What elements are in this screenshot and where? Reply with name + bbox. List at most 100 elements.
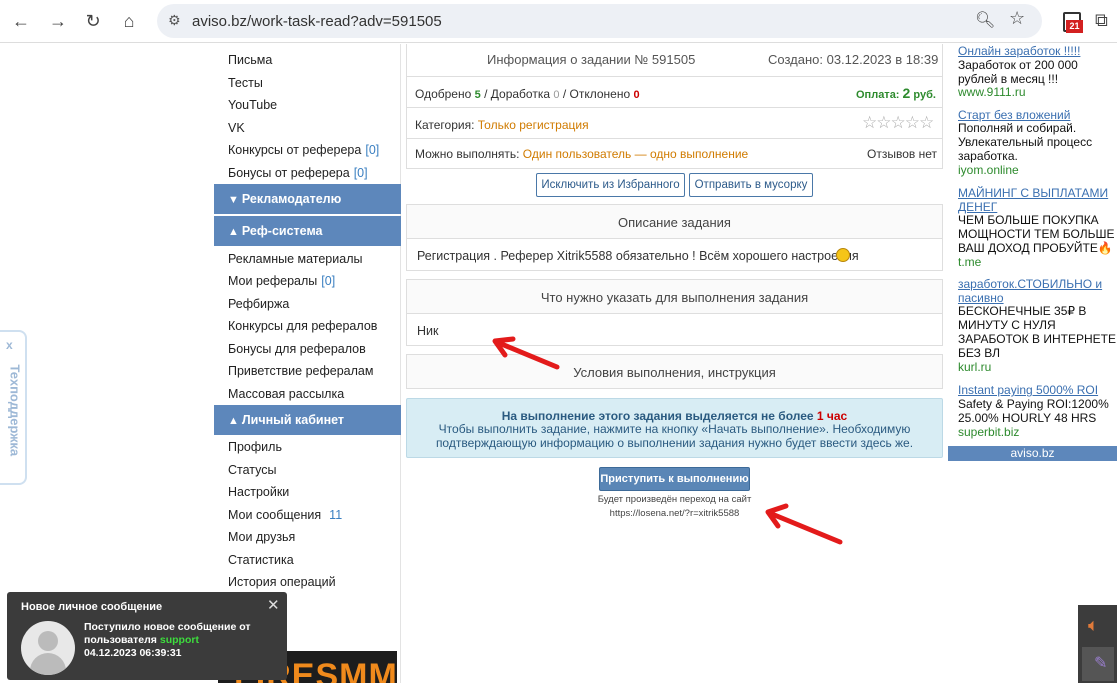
extension-badge: 21 — [1066, 20, 1083, 33]
back-icon[interactable]: ← — [8, 8, 34, 34]
menu-header-advertiser[interactable]: ▼ Рекламодателю — [214, 184, 401, 214]
need-title: Что нужно указать для выполнения задания — [540, 290, 809, 305]
task-created: Создано: 03.12.2023 в 18:39 — [768, 52, 939, 67]
address-bar[interactable]: ⚙ aviso.bz/work-task-read?adv=591505 🔍︎ … — [157, 4, 1042, 38]
zoom-icon[interactable]: 🔍︎ — [975, 10, 995, 30]
task-category-row: Категория: Только регистрация ☆☆☆☆☆ — [406, 107, 943, 139]
support-tab-label: Техподдержка — [7, 364, 23, 457]
ad-title[interactable]: заработок.СТОБИЛЬНО и пасивно — [958, 277, 1116, 305]
ad-title[interactable]: Старт без вложений — [958, 108, 1116, 122]
task-category: Категория: Только регистрация — [415, 118, 589, 132]
redirect-url: https://losena.net/?r=xitrik5588 — [609, 508, 740, 519]
task-can-do-row: Можно выполнять: Один пользователь — одн… — [406, 138, 943, 169]
description-title: Описание задания — [618, 215, 731, 230]
task-title: Информация о задании № 591505 — [487, 52, 696, 67]
task-stats-row: Одобрено 5 / Доработка 0 / Отклонено 0 О… — [406, 76, 943, 108]
ad-desc: ЧЕМ БОЛЬШЕ ПОКУПКА МОЩНОСТИ ТЕМ БОЛЬШЕ В… — [958, 213, 1115, 255]
time-line1: На выполнение этого задания выделяется н… — [501, 409, 848, 423]
task-stats: Одобрено 5 / Доработка 0 / Отклонено 0 — [415, 87, 640, 101]
support-tab[interactable]: x Техподдержка — [0, 330, 27, 485]
red-arrow-icon — [765, 503, 843, 545]
menu-item-friends[interactable]: Мои друзья — [228, 530, 295, 544]
task-payment: Оплата: 2 руб. — [856, 85, 936, 101]
menu-count: [0] — [321, 274, 336, 288]
time-info-box: На выполнение этого задания выделяется н… — [406, 398, 943, 458]
ad-url[interactable]: kurl.ru — [958, 360, 991, 374]
menu-count: [0] — [353, 166, 368, 180]
extensions-puzzle-icon[interactable]: ⧉ — [1095, 10, 1108, 31]
bookmark-star-icon[interactable]: ☆ — [1009, 8, 1025, 29]
menu-item-referrer-contests[interactable]: Конкурсы от реферера [0] — [228, 143, 379, 157]
ad-desc: Пополняй и собирай. Увлекательный процес… — [958, 121, 1093, 163]
speaker-icon[interactable]: 🔈︎ — [1088, 615, 1099, 636]
menu-item-my-referrals[interactable]: Мои рефералы [0] — [228, 274, 335, 288]
browser-toolbar: ← → ↻ ⌂ ⚙ aviso.bz/work-task-read?adv=59… — [0, 0, 1117, 43]
ads-footer[interactable]: aviso.bz — [948, 446, 1117, 461]
chevron-up-icon: ▲ — [228, 226, 239, 238]
support-close-icon[interactable]: x — [6, 338, 13, 352]
forward-icon[interactable]: → — [45, 8, 71, 34]
ad-title[interactable]: Онлайн заработок !!!!! — [958, 44, 1116, 58]
chevron-down-icon: ▼ — [228, 194, 239, 206]
cursor-area: ✎ — [1082, 647, 1114, 681]
menu-item-messages[interactable]: Мои сообщения 11 — [228, 508, 342, 522]
ad-url[interactable]: t.me — [958, 255, 981, 269]
menu-item-refbirzha[interactable]: Рефбиржа — [228, 297, 289, 311]
menu-item-profile[interactable]: Профиль — [228, 440, 282, 454]
chevron-up-icon: ▲ — [228, 415, 239, 427]
need-header: Что нужно указать для выполнения задания — [406, 279, 943, 314]
menu-item-vk[interactable]: VK — [228, 121, 245, 135]
rating-stars[interactable]: ☆☆☆☆☆ — [862, 113, 934, 133]
ad-url[interactable]: www.9111.ru — [958, 85, 1026, 99]
ads-column: Онлайн заработок !!!!! Заработок от 200 … — [948, 44, 1117, 461]
menu-item-history[interactable]: История операций — [228, 575, 336, 589]
menu-item-referral-bonuses[interactable]: Бонусы для рефералов — [228, 342, 366, 356]
description-text: Регистрация . Реферер Xitrik5588 обязате… — [417, 249, 859, 263]
need-text: Ник — [417, 324, 439, 338]
menu-count: 11 — [329, 508, 343, 522]
ad-desc: Safety & Paying ROI:1200% 25.00% HOURLY … — [958, 397, 1109, 425]
extension-calendar-icon[interactable]: 21 — [1063, 12, 1083, 34]
menu-item-youtube[interactable]: YouTube — [228, 98, 277, 112]
task-reviews: Отзывов нет — [867, 147, 937, 161]
toast-time: 04.12.2023 06:39:31 — [84, 647, 182, 659]
site-info-icon[interactable]: ⚙ — [168, 12, 181, 29]
menu-item-settings[interactable]: Настройки — [228, 485, 289, 499]
ad-desc: Заработок от 200 000 рублей в месяц !!! — [958, 58, 1078, 86]
smiley-icon — [836, 248, 850, 262]
message-toast[interactable]: Новое личное сообщение ✕ Поступило новое… — [7, 592, 287, 680]
ad-title[interactable]: Instant paying 5000% ROI — [958, 383, 1116, 397]
redirect-label: Будет произведён переход на сайт — [597, 494, 752, 505]
menu-item-referral-greeting[interactable]: Приветствие рефералам — [228, 364, 373, 378]
home-icon[interactable]: ⌂ — [116, 8, 142, 34]
exclude-favorites-button[interactable]: Исключить из Избранного — [536, 173, 685, 197]
time-line3: подтверждающую информацию о выполнении з… — [435, 436, 914, 450]
ad-title[interactable]: МАЙНИНГ С ВЫПЛАТАМИ ДЕНЕГ — [958, 186, 1116, 214]
send-to-trash-button[interactable]: Отправить в мусорку — [689, 173, 813, 197]
ad-url[interactable]: iyom.online — [958, 163, 1019, 177]
menu-header-ref-system[interactable]: ▲ Реф-система — [214, 216, 401, 246]
red-arrow-icon — [492, 336, 560, 370]
menu-item-mass-mailing[interactable]: Массовая рассылка — [228, 387, 344, 401]
menu-item-ad-materials[interactable]: Рекламные материалы — [228, 252, 362, 266]
description-header: Описание задания — [406, 204, 943, 239]
pen-icon[interactable]: ✎ — [1094, 653, 1107, 673]
left-menu: Письма Тесты YouTube VK Конкурсы от рефе… — [214, 44, 401, 683]
menu-item-tests[interactable]: Тесты — [228, 76, 263, 90]
menu-item-letters[interactable]: Письма — [228, 53, 272, 67]
menu-item-statuses[interactable]: Статусы — [228, 463, 277, 477]
menu-header-cabinet[interactable]: ▲ Личный кабинет — [214, 405, 401, 435]
time-line2: Чтобы выполнить задание, нажмите на кноп… — [438, 422, 911, 436]
menu-item-referrer-bonuses[interactable]: Бонусы от реферера [0] — [228, 166, 368, 180]
ad-desc: БЕСКОНЕЧНЫЕ 35₽ В МИНУТУ С НУЛЯ ЗАРАБОТО… — [958, 304, 1116, 360]
url-text[interactable]: aviso.bz/work-task-read?adv=591505 — [192, 13, 442, 30]
start-task-button[interactable]: Приступить к выполнению — [599, 467, 750, 491]
menu-item-referral-contests[interactable]: Конкурсы для рефералов — [228, 319, 377, 333]
task-header: Информация о задании № 591505 Создано: 0… — [406, 44, 943, 77]
reload-icon[interactable]: ↻ — [80, 8, 106, 34]
menu-item-statistics[interactable]: Статистика — [228, 553, 294, 567]
close-icon[interactable]: ✕ — [267, 596, 280, 614]
toast-line2: пользователя support — [84, 634, 199, 646]
ad-url[interactable]: superbit.biz — [958, 425, 1019, 439]
task-can-do: Можно выполнять: Один пользователь — одн… — [415, 147, 749, 161]
